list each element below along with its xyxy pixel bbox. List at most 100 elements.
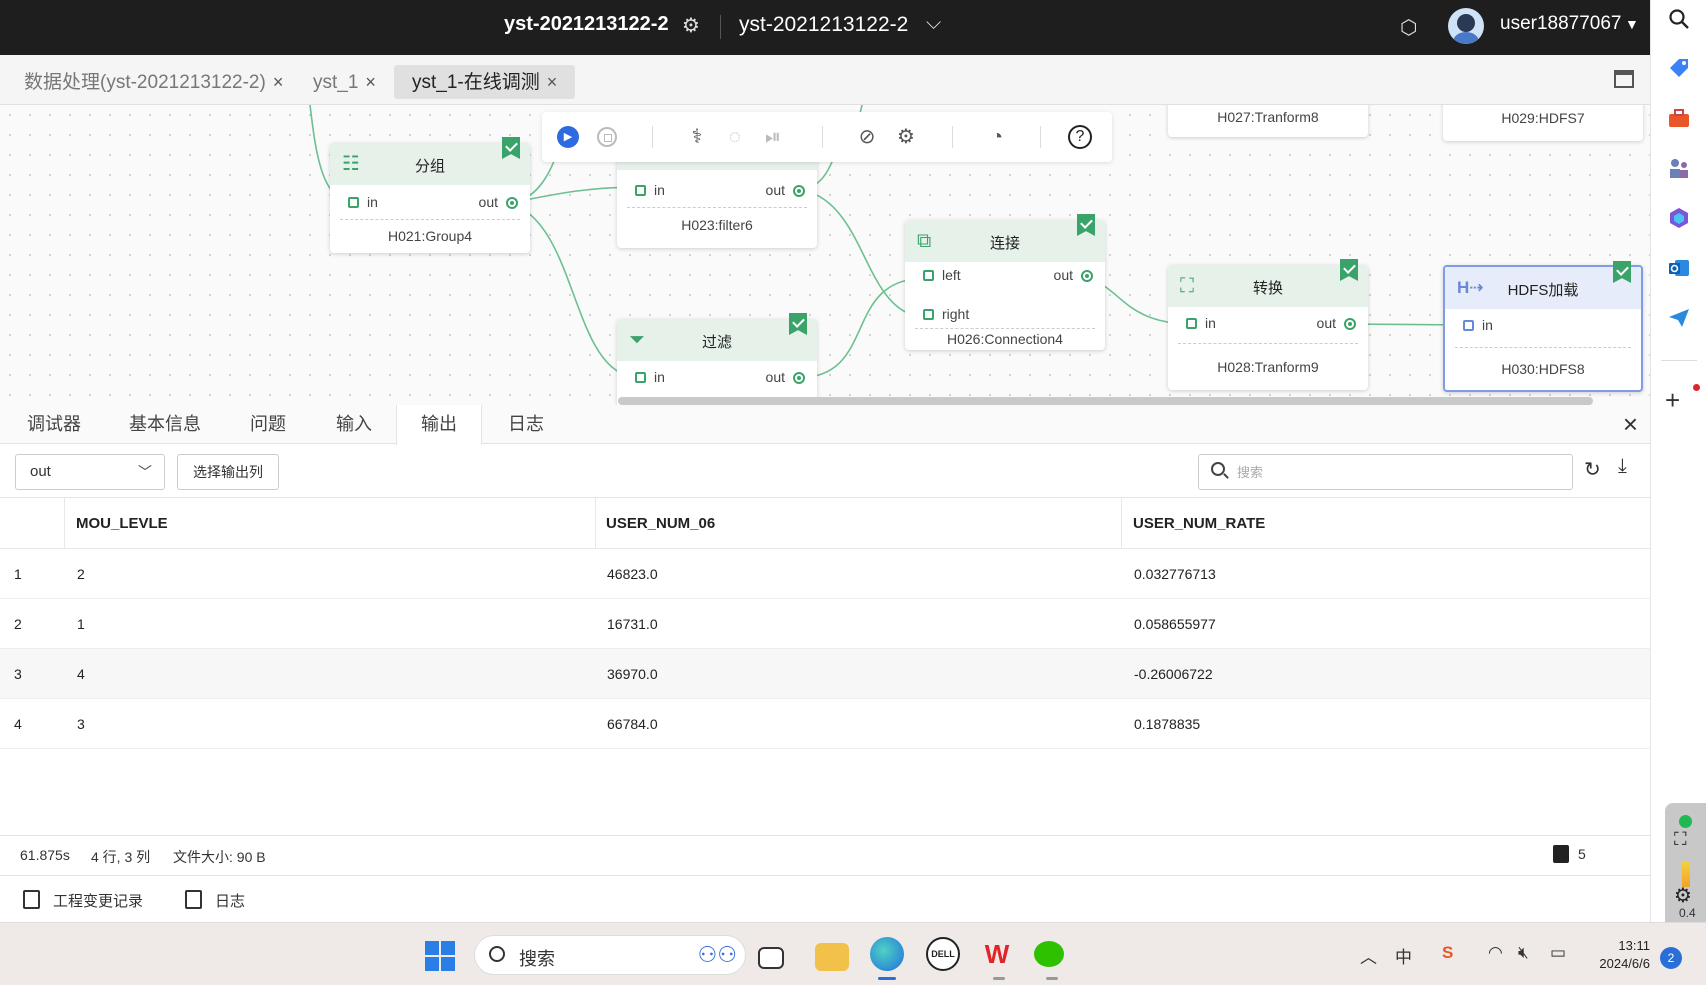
toolbar-divider: [1040, 126, 1041, 148]
node-connection4[interactable]: ⧉ 连接 left out right H026:Connection4: [905, 214, 1105, 350]
search-input[interactable]: [1237, 461, 1557, 483]
port-in[interactable]: in: [635, 182, 665, 198]
disable-breakpoints-icon[interactable]: ⊘: [854, 124, 880, 150]
node-tranform8[interactable]: H027:Tranform8: [1168, 105, 1368, 137]
search-highlight-icon: ⚇⚇: [697, 942, 737, 967]
ime-indicator[interactable]: 中: [1395, 943, 1412, 968]
log-link[interactable]: 日志: [215, 890, 245, 911]
calendar-icon[interactable]: [1553, 845, 1569, 863]
screenshot-icon[interactable]: ⛶: [1674, 829, 1687, 850]
show-hidden-icons-icon[interactable]: ︿: [1360, 943, 1377, 968]
chevron-down-icon[interactable]: ⌵: [926, 12, 941, 35]
project-settings-gear-icon[interactable]: ⚙: [682, 13, 700, 38]
output-port-select[interactable]: out ﹀: [15, 454, 165, 490]
node-divider: [1178, 343, 1358, 344]
select-output-columns-button[interactable]: 选择输出列: [177, 454, 279, 490]
notification-badge[interactable]: 2: [1660, 947, 1682, 969]
node-group4[interactable]: ☷ 分组 in out H021:Group4: [330, 137, 530, 253]
clock[interactable]: 13:11 2024/6/6: [1590, 937, 1650, 973]
close-panel-icon[interactable]: ×: [1623, 409, 1638, 440]
tab-input[interactable]: 输入: [316, 405, 392, 444]
avatar[interactable]: [1448, 8, 1484, 44]
send-icon[interactable]: [1665, 306, 1693, 334]
port-right[interactable]: right: [923, 306, 969, 322]
debug-next-icon[interactable]: ◌: [722, 124, 748, 150]
column-header[interactable]: USER_NUM_RATE: [1133, 498, 1265, 549]
close-icon[interactable]: ×: [273, 72, 284, 92]
battery-icon[interactable]: ▭: [1550, 943, 1566, 963]
volume-muted-icon[interactable]: 🔇︎: [1518, 943, 1529, 963]
task-view-icon[interactable]: [758, 947, 784, 969]
edge-browser-icon[interactable]: [870, 937, 904, 971]
tab-issues[interactable]: 问题: [230, 405, 306, 444]
node-filter[interactable]: ⏷ 过滤 in out: [617, 313, 817, 405]
table-row[interactable]: 1 2 46823.0 0.032776713: [0, 549, 1650, 599]
settings-gear-icon[interactable]: ⚙: [893, 124, 919, 150]
toolbox-icon[interactable]: [1665, 106, 1693, 134]
settings-gear-icon[interactable]: ⚙: [1674, 883, 1692, 908]
wifi-icon[interactable]: ◠: [1488, 943, 1503, 963]
add-icon[interactable]: +: [1665, 385, 1680, 416]
chess-icon[interactable]: [1665, 156, 1693, 184]
search-box[interactable]: [1198, 454, 1573, 490]
node-filter6[interactable]: in out H023:filter6: [617, 150, 817, 248]
stop-button[interactable]: [597, 127, 617, 147]
tag-icon[interactable]: [1665, 56, 1693, 84]
port-in[interactable]: in: [1463, 317, 1493, 333]
project-change-log-link[interactable]: 工程变更记录: [53, 890, 143, 911]
table-row[interactable]: 2 1 16731.0 0.058655977: [0, 599, 1650, 649]
cube-icon[interactable]: ⬡: [1400, 15, 1417, 40]
wechat-icon[interactable]: [1034, 941, 1064, 967]
column-divider[interactable]: [595, 498, 596, 549]
port-in[interactable]: in: [635, 369, 665, 385]
table-row[interactable]: 3 4 36970.0 -0.26006722: [0, 649, 1650, 699]
dell-icon[interactable]: DELL: [926, 937, 960, 971]
port-in[interactable]: in: [1186, 315, 1216, 331]
username[interactable]: user18877067: [1500, 13, 1622, 35]
outlook-icon[interactable]: [1665, 256, 1693, 284]
node-hdfs7[interactable]: H029:HDFS7: [1443, 105, 1643, 141]
column-header[interactable]: MOU_LEVLE: [76, 498, 168, 549]
wps-icon[interactable]: W: [980, 937, 1014, 971]
copilot-icon[interactable]: [1665, 206, 1693, 234]
file-explorer-icon[interactable]: [815, 943, 849, 971]
download-icon[interactable]: ⤓: [1618, 455, 1627, 478]
tab-log[interactable]: 日志: [488, 405, 564, 444]
system-widget[interactable]: ⛶ ⚙ 0.4: [1665, 803, 1706, 923]
port-out[interactable]: out: [1054, 267, 1093, 283]
help-icon[interactable]: ?: [1068, 125, 1092, 149]
tab-data-processing[interactable]: 数据处理(yst-2021213122-2) ×: [24, 67, 283, 97]
windows-start-icon[interactable]: [425, 941, 455, 971]
close-icon[interactable]: ×: [365, 72, 376, 92]
panel-layout-icon[interactable]: [1614, 70, 1634, 88]
sogou-icon[interactable]: S: [1442, 943, 1453, 963]
tab-yst-1[interactable]: yst_1 ×: [313, 67, 376, 97]
search-icon[interactable]: [1665, 8, 1693, 36]
tab-debugger[interactable]: 调试器: [0, 405, 108, 444]
tab-online-debug[interactable]: yst_1-在线调测 ×: [394, 65, 576, 99]
tab-basic-info[interactable]: 基本信息: [110, 405, 220, 444]
table-row[interactable]: 4 3 66784.0 0.1878835: [0, 699, 1650, 749]
column-header[interactable]: USER_NUM_06: [606, 498, 715, 549]
debug-step-icon[interactable]: ⚕: [684, 124, 710, 150]
close-icon[interactable]: ×: [547, 72, 558, 92]
port-left[interactable]: left: [923, 267, 961, 283]
port-in[interactable]: in: [348, 194, 378, 210]
speed-gauge-icon[interactable]: ◔: [984, 124, 1010, 150]
tab-output[interactable]: 输出: [396, 405, 482, 445]
column-divider[interactable]: [1121, 498, 1122, 549]
workspace-selector[interactable]: yst-2021213122-2: [739, 13, 908, 37]
port-out[interactable]: out: [479, 194, 518, 210]
port-out[interactable]: out: [766, 369, 805, 385]
user-menu-caret-icon[interactable]: ▼: [1625, 16, 1639, 32]
run-button[interactable]: ▶: [557, 126, 579, 148]
refresh-icon[interactable]: ↻: [1584, 457, 1601, 482]
node-hdfs8[interactable]: H⇢ HDFS加载 in H030:HDFS8: [1443, 261, 1643, 392]
port-out[interactable]: out: [1317, 315, 1356, 331]
canvas-horizontal-scrollbar[interactable]: [618, 397, 1593, 405]
debug-skip-icon[interactable]: ⏯: [760, 124, 786, 150]
elapsed-time: 61.875s: [20, 847, 70, 863]
taskbar-search[interactable]: 搜索 ⚇⚇: [474, 935, 746, 975]
port-out[interactable]: out: [766, 182, 805, 198]
node-tranform9[interactable]: ⛶ 转换 in out H028:Tranform9: [1168, 259, 1368, 390]
